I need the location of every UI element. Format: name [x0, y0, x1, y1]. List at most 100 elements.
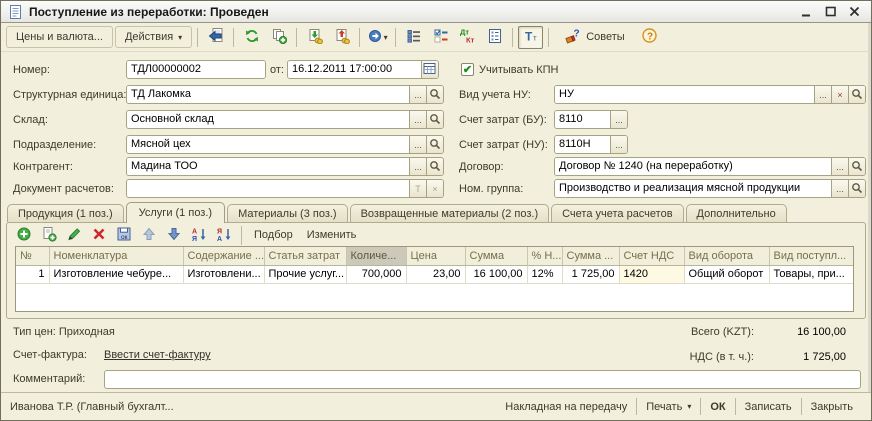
settlement-doc-field[interactable]: T ×	[126, 179, 444, 198]
type-filter-button[interactable]: Тт	[518, 26, 543, 49]
nu-kind-value[interactable]: НУ	[555, 86, 814, 103]
col-quantity[interactable]: Количе...	[346, 247, 406, 265]
structural-unit-field[interactable]: ТД Лакомка ...	[126, 85, 444, 104]
contract-select-button[interactable]: ...	[831, 158, 848, 175]
go-to-button[interactable]: ▾	[365, 26, 390, 49]
nu-kind-clear-button[interactable]: ×	[831, 86, 848, 103]
tab-additional[interactable]: Дополнительно	[686, 204, 787, 222]
minimize-button[interactable]	[799, 5, 814, 19]
nom-group-open-button[interactable]	[848, 180, 865, 197]
move-down-button[interactable]	[163, 226, 184, 245]
add-row-button[interactable]	[13, 226, 34, 245]
pick-button[interactable]: Подбор	[249, 229, 298, 241]
tab-returned-materials[interactable]: Возвращенные материалы (2 поз.)	[350, 204, 550, 222]
calendar-button[interactable]	[421, 61, 438, 78]
copy-create-button[interactable]	[266, 26, 291, 49]
set-marks-button[interactable]	[428, 26, 453, 49]
cell-content[interactable]: Изготовлени...	[183, 265, 264, 283]
table-row[interactable]: 1 Изготовление чебуре... Изготовлени... …	[16, 265, 854, 283]
cell-amount[interactable]: 16 100,00	[465, 265, 527, 283]
cell-nomenclature[interactable]: Изготовление чебуре...	[49, 265, 183, 283]
contract-open-button[interactable]	[848, 158, 865, 175]
nom-group-value[interactable]: Производство и реализация мясной продукц…	[555, 180, 831, 197]
cell-vat-account[interactable]: 1420	[619, 265, 684, 283]
col-number[interactable]: №	[16, 247, 49, 265]
maximize-button[interactable]	[823, 5, 838, 19]
tab-materials[interactable]: Материалы (3 поз.)	[227, 204, 348, 222]
transfer-note-button[interactable]: Накладная на передачу	[496, 401, 636, 413]
unpost-document-button[interactable]	[329, 26, 354, 49]
tab-services[interactable]: Услуги (1 поз.)	[126, 202, 225, 223]
kpn-checkbox[interactable]: ✔	[461, 63, 474, 76]
nom-group-select-button[interactable]: ...	[831, 180, 848, 197]
warehouse-open-button[interactable]	[426, 111, 443, 128]
move-up-button[interactable]	[138, 226, 159, 245]
number-value[interactable]: ТДЛ00000002	[127, 61, 265, 78]
cell-turnover-kind[interactable]: Общий оборот	[684, 265, 769, 283]
delete-row-button[interactable]	[88, 226, 109, 245]
structural-unit-open-button[interactable]	[426, 86, 443, 103]
counterparty-select-button[interactable]: ...	[409, 158, 426, 175]
nom-group-field[interactable]: Производство и реализация мясной продукц…	[554, 179, 866, 198]
copy-row-button[interactable]	[38, 226, 59, 245]
tab-products[interactable]: Продукция (1 поз.)	[7, 204, 124, 222]
cell-vat-percent[interactable]: 12%	[527, 265, 562, 283]
refresh-button[interactable]	[239, 26, 264, 49]
col-turnover-kind[interactable]: Вид оборота	[684, 247, 769, 265]
prices-currency-button[interactable]: Цены и валюта...	[6, 26, 113, 48]
sort-desc-button[interactable]: ЯА	[213, 226, 234, 245]
cost-account-nu-field[interactable]: 8110Н ...	[554, 135, 628, 154]
post-document-button[interactable]	[302, 26, 327, 49]
structural-unit-value[interactable]: ТД Лакомка	[127, 86, 409, 103]
col-cost-item[interactable]: Статья затрат	[264, 247, 346, 265]
cost-account-bu-select-button[interactable]: ...	[610, 111, 627, 128]
structural-unit-select-button[interactable]: ...	[409, 86, 426, 103]
nu-kind-field[interactable]: НУ ... ×	[554, 85, 866, 104]
comment-input[interactable]	[104, 370, 861, 389]
contract-value[interactable]: Договор № 1240 (на переработку)	[555, 158, 831, 175]
edit-row-button[interactable]	[63, 226, 84, 245]
cell-price[interactable]: 23,00	[406, 265, 465, 283]
help-button[interactable]: ?	[637, 26, 662, 49]
contract-field[interactable]: Договор № 1240 (на переработку) ...	[554, 157, 866, 176]
cell-quantity[interactable]: 700,000	[346, 265, 406, 283]
col-vat-amount[interactable]: Сумма ...	[562, 247, 619, 265]
col-price[interactable]: Цена	[406, 247, 465, 265]
cost-account-bu-field[interactable]: 8110 ...	[554, 110, 628, 129]
close-window-button[interactable]: Закрыть	[802, 401, 862, 413]
cell-vat-amount[interactable]: 1 725,00	[562, 265, 619, 283]
date-field[interactable]: 16.12.2011 17:00:00	[287, 60, 439, 79]
settlement-doc-clear-button[interactable]: ×	[426, 180, 443, 197]
nu-kind-open-button[interactable]	[848, 86, 865, 103]
cost-account-nu-select-button[interactable]: ...	[610, 136, 627, 153]
col-receipt-kind[interactable]: Вид поступл...	[769, 247, 854, 265]
counterparty-open-button[interactable]	[426, 158, 443, 175]
settlement-doc-value[interactable]	[127, 180, 409, 197]
print-button[interactable]: Печать▾	[637, 401, 700, 413]
cell-cost-item[interactable]: Прочие услуг...	[264, 265, 346, 283]
settlement-doc-type-button[interactable]: T	[409, 180, 426, 197]
col-nomenclature[interactable]: Номенклатура	[49, 247, 183, 265]
cost-account-nu-value[interactable]: 8110Н	[555, 136, 610, 153]
titlebar[interactable]: Поступление из переработки: Проведен	[1, 1, 871, 23]
change-button[interactable]: Изменить	[302, 229, 362, 241]
cell-number[interactable]: 1	[16, 265, 49, 283]
nu-kind-select-button[interactable]: ...	[814, 86, 831, 103]
department-select-button[interactable]: ...	[409, 136, 426, 153]
structure-list-button[interactable]	[401, 26, 426, 49]
col-amount[interactable]: Сумма	[465, 247, 527, 265]
finish-edit-button[interactable]: ок	[113, 226, 134, 245]
document-report-button[interactable]	[482, 26, 507, 49]
date-value[interactable]: 16.12.2011 17:00:00	[288, 61, 421, 78]
department-value[interactable]: Мясной цех	[127, 136, 409, 153]
department-open-button[interactable]	[426, 136, 443, 153]
tab-settlement-accounts[interactable]: Счета учета расчетов	[551, 204, 683, 222]
ok-button[interactable]: ОК	[701, 401, 734, 413]
warehouse-value[interactable]: Основной склад	[127, 111, 409, 128]
warehouse-field[interactable]: Основной склад ...	[126, 110, 444, 129]
invoice-link[interactable]: Ввести счет-фактуру	[104, 349, 211, 361]
dt-kt-postings-button[interactable]: ДтКт	[455, 26, 480, 49]
col-vat-percent[interactable]: % Н...	[527, 247, 562, 265]
department-field[interactable]: Мясной цех ...	[126, 135, 444, 154]
close-button[interactable]	[847, 5, 862, 19]
